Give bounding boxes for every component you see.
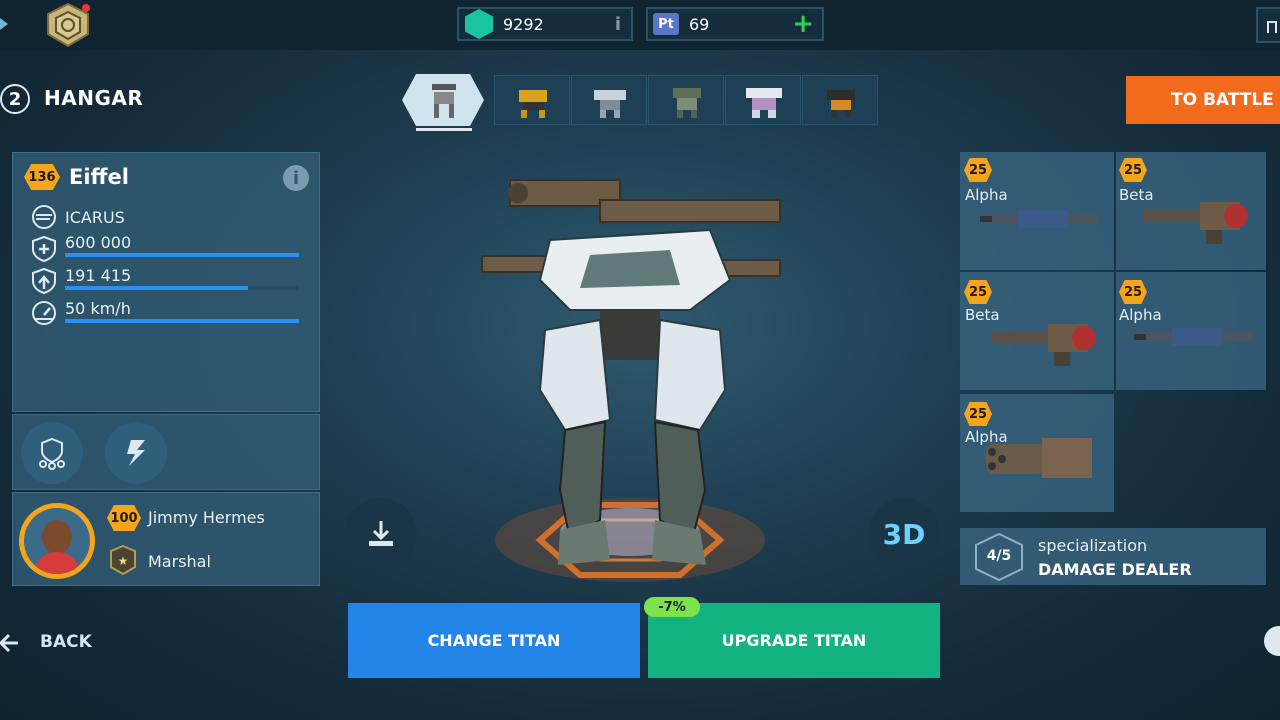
svg-text:★: ★: [118, 554, 129, 568]
robot-tab[interactable]: [802, 75, 878, 125]
rifle-weapon-icon: [1134, 328, 1252, 346]
cannon-weapon-icon: [1144, 202, 1248, 244]
robot-class-icon: [32, 205, 56, 229]
view-3d-button[interactable]: 3D: [868, 498, 940, 570]
weapon-level-badge: 25: [1119, 280, 1147, 304]
weapon-slot[interactable]: 25 Beta: [960, 272, 1114, 390]
robot-class: ICARUS: [65, 208, 125, 227]
rank-icon: ★: [109, 544, 137, 576]
shield-drones-icon: [39, 437, 65, 470]
back-arrow-icon: [0, 633, 18, 653]
platinum-value: 69: [689, 14, 710, 34]
armor-value: 191 415: [65, 266, 132, 285]
info-icon[interactable]: i: [615, 14, 621, 35]
robot-tab-selected-underline: [416, 128, 472, 131]
weapon-level-badge: 25: [964, 402, 992, 426]
speed-icon: [32, 301, 56, 325]
back-button[interactable]: BACK: [0, 628, 100, 658]
rifle-weapon-icon: [980, 210, 1098, 228]
armor-bar: [65, 286, 299, 290]
armor-icon: [32, 267, 56, 295]
ability-button[interactable]: [105, 422, 167, 484]
specialization-value: DAMAGE DEALER: [1038, 560, 1192, 579]
help-icon[interactable]: [1264, 626, 1280, 656]
view-3d-label: 3D: [882, 517, 926, 551]
discount-badge: -7%: [644, 597, 700, 617]
robot-tab[interactable]: [725, 75, 801, 125]
pilot-level-badge: 100: [107, 505, 141, 531]
to-battle-label: TO BATTLE: [1171, 90, 1274, 110]
robot-thumbnail-icon: [673, 88, 701, 118]
platinum-icon: Pt: [653, 13, 679, 35]
robot-name: Eiffel: [69, 165, 129, 189]
specialization-progress: 4/5: [986, 548, 1012, 564]
gems-counter[interactable]: 9292 i: [457, 7, 633, 41]
robot-level-badge: 136: [24, 164, 60, 190]
league-badge-icon[interactable]: [44, 2, 92, 48]
hangar-number: 2: [0, 84, 30, 114]
robot-thumbnail-icon: [746, 88, 782, 118]
menu-chevron-icon[interactable]: [0, 12, 14, 36]
to-battle-button[interactable]: TO BATTLE: [1126, 76, 1280, 124]
durability-value: 600 000: [65, 233, 132, 252]
pilot-panel[interactable]: 100 Jimmy Hermes ★ Marshal: [12, 492, 320, 586]
download-button[interactable]: [345, 498, 417, 570]
upgrade-titan-label: UPGRADE TITAN: [721, 631, 867, 650]
page-title: HANGAR: [44, 86, 144, 110]
robot-thumbnail-icon: [594, 90, 626, 118]
robot-thumbnail-icon: [827, 90, 855, 118]
robot-model[interactable]: [470, 160, 790, 580]
durability-icon: [32, 235, 56, 263]
robot-info-icon[interactable]: i: [283, 165, 309, 191]
weapon-level-badge: 25: [964, 158, 992, 182]
pilot-name: Jimmy Hermes: [148, 508, 265, 527]
back-label: BACK: [40, 632, 92, 652]
weapon-level-badge: 25: [1119, 158, 1147, 182]
speed-bar: [65, 319, 299, 323]
change-titan-label: CHANGE TITAN: [427, 631, 561, 650]
specialization-panel[interactable]: 4/5 specialization DAMAGE DEALER: [960, 528, 1266, 585]
add-platinum-icon[interactable]: +: [792, 11, 814, 37]
weapon-slot[interactable]: 25 Alpha: [1116, 272, 1266, 390]
weapon-level-badge: 25: [964, 280, 992, 304]
weapon-slot[interactable]: 25 Beta: [1116, 152, 1266, 270]
pilot-avatar[interactable]: [19, 503, 95, 579]
weapon-slot[interactable]: 25 Alpha: [960, 394, 1114, 512]
top-bar: [0, 0, 1280, 50]
robot-tab[interactable]: [494, 75, 570, 125]
jump-ability-icon: [127, 440, 145, 466]
gems-value: 9292: [503, 14, 544, 34]
weapon-slot[interactable]: 25 Alpha: [960, 152, 1114, 270]
ability-button[interactable]: [21, 422, 83, 484]
robot-thumbnail-icon: [519, 90, 547, 118]
specialization-label: specialization: [1038, 536, 1148, 555]
robot-tab-selected[interactable]: [402, 72, 484, 128]
shop-icon[interactable]: [1256, 7, 1280, 43]
change-titan-button[interactable]: CHANGE TITAN: [348, 603, 640, 678]
pilot-rank: Marshal: [148, 552, 211, 571]
robot-thumbnail-icon: [432, 84, 456, 118]
speed-value: 50 km/h: [65, 299, 131, 318]
robot-stats-panel: 136 Eiffel i ICARUS 600 000 191 415 50 k…: [12, 152, 320, 412]
robot-tab[interactable]: [571, 75, 647, 125]
abilities-panel: [12, 414, 320, 490]
cannon-weapon-icon: [992, 324, 1096, 366]
minigun-weapon-icon: [986, 438, 1092, 478]
download-icon: [369, 521, 393, 546]
robot-tab[interactable]: [648, 75, 724, 125]
durability-bar: [65, 253, 299, 257]
platinum-counter[interactable]: Pt 69 +: [646, 7, 824, 41]
gem-icon: [465, 9, 493, 39]
